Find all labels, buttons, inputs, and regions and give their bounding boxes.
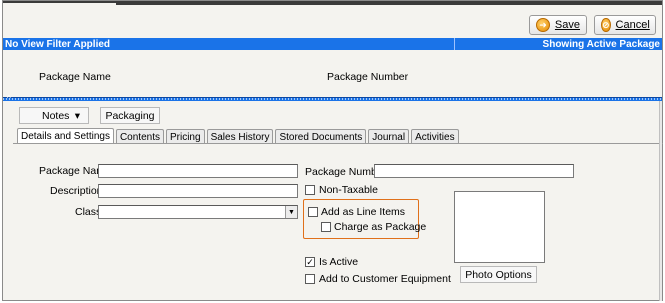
splitter-grip	[3, 98, 662, 100]
add-to-customer-equipment-label: Add to Customer Equipment	[319, 273, 451, 285]
photo-options-label: Photo Options	[465, 268, 532, 281]
packaging-label: Packaging	[105, 109, 155, 122]
non-taxable-label: Non-Taxable	[319, 184, 378, 196]
tab-strip: Details and Settings Contents Pricing Sa…	[17, 128, 461, 144]
window-frame: ➜ Save ⊘ Cancel No View Filter Applied S…	[2, 0, 663, 301]
non-taxable-checkbox[interactable]	[305, 185, 315, 195]
cancel-button[interactable]: ⊘ Cancel	[594, 15, 656, 35]
save-label: Save	[554, 19, 580, 31]
top-border-segment	[116, 3, 662, 5]
add-to-customer-equipment-checkbox[interactable]	[305, 274, 315, 284]
tab-journal[interactable]: Journal	[368, 129, 410, 144]
add-as-line-items-label: Add as Line Items	[321, 206, 406, 218]
photo-options-button[interactable]: Photo Options	[460, 266, 537, 283]
chevron-down-icon: ▾	[74, 109, 80, 122]
splitter-bar[interactable]: ^	[3, 94, 662, 103]
column-header-package-number[interactable]: Package Number	[327, 71, 408, 83]
charge-as-package-checkbox[interactable]	[321, 222, 331, 232]
tab-sales-history[interactable]: Sales History	[206, 129, 274, 144]
view-status-bar: No View Filter Applied Showing Active Pa…	[3, 38, 662, 50]
description-field[interactable]	[98, 184, 298, 198]
tab-activities[interactable]: Activities	[411, 129, 459, 144]
add-as-line-items-checkbox[interactable]	[308, 207, 318, 217]
description-label: Description	[50, 185, 103, 197]
tab-contents[interactable]: Contents	[115, 129, 164, 144]
tab-underline	[13, 143, 663, 144]
package-name-field[interactable]	[98, 164, 298, 178]
save-button[interactable]: ➜ Save	[529, 15, 587, 35]
collapse-chevron-icon[interactable]: ^	[7, 94, 11, 103]
showing-status: Showing Active Package	[542, 38, 660, 50]
charge-as-package-label: Charge as Package	[334, 221, 427, 233]
packaging-button[interactable]: Packaging	[100, 107, 160, 124]
cancel-icon: ⊘	[601, 18, 611, 32]
is-active-label: Is Active	[319, 256, 359, 268]
notes-dropdown-button[interactable]: Notes ▾	[19, 107, 89, 124]
photo-preview	[454, 191, 545, 263]
tab-pricing[interactable]: Pricing	[165, 129, 205, 144]
is-active-checkbox[interactable]: ✓	[305, 257, 315, 267]
right-scroll-edge	[659, 101, 662, 301]
filter-status: No View Filter Applied	[3, 38, 455, 50]
cancel-label: Cancel	[615, 19, 650, 31]
line-items-highlight	[303, 199, 419, 239]
package-number-field[interactable]	[374, 164, 574, 178]
class-select[interactable]: ▼	[98, 205, 298, 219]
notes-label: Notes	[42, 109, 70, 122]
tab-stored-documents[interactable]: Stored Documents	[275, 129, 367, 144]
column-header-package-name[interactable]: Package Name	[39, 71, 111, 83]
tab-details-and-settings[interactable]: Details and Settings	[17, 128, 114, 144]
save-icon: ➜	[536, 18, 550, 32]
dropdown-arrow-icon[interactable]: ▼	[285, 206, 297, 218]
